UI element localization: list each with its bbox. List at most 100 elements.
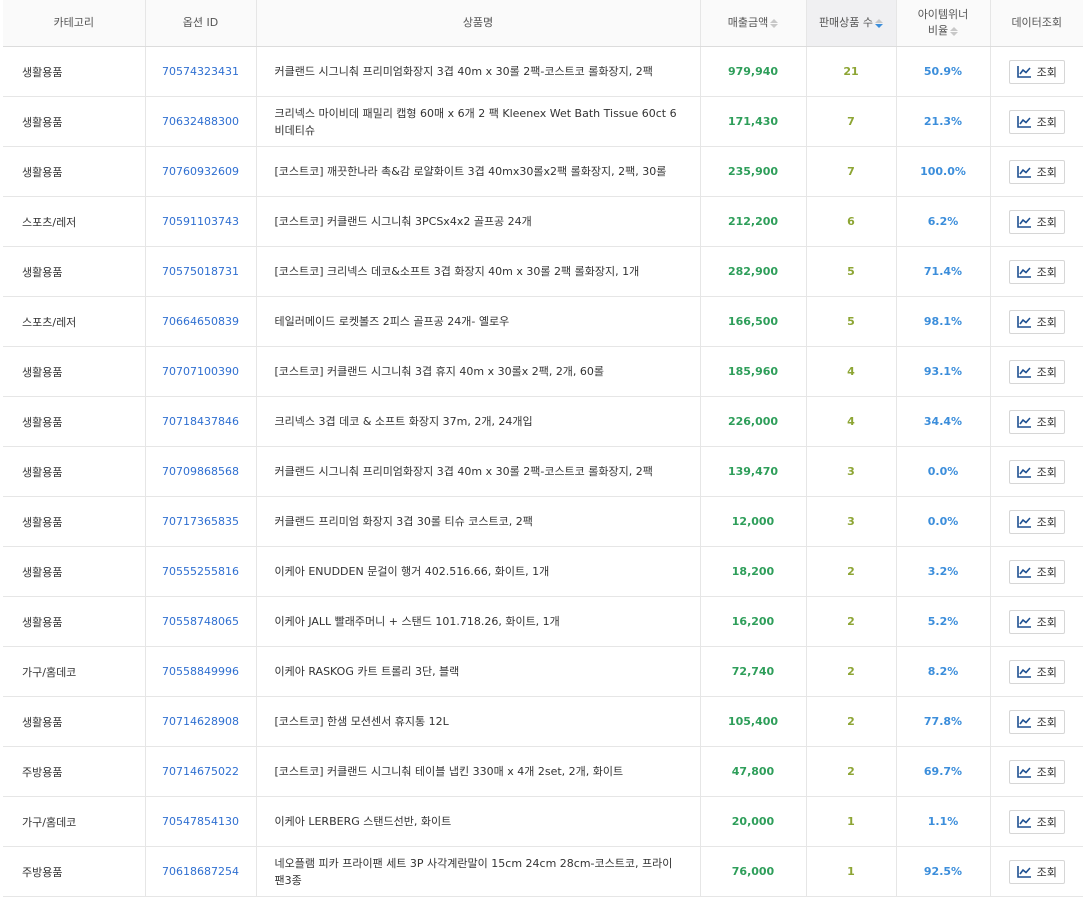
cell-option-id-link[interactable]: 70760932609 xyxy=(145,146,257,197)
cell-option-id-link[interactable]: 70707100390 xyxy=(145,346,257,397)
sort-arrows-icon[interactable] xyxy=(950,26,959,36)
header-sold-count[interactable]: 판매상품 수 xyxy=(806,0,897,47)
line-chart-icon xyxy=(1016,565,1032,578)
cell-product-name: [코스트코] 커클랜드 시그니춰 3PCSx4x2 골프공 24개 xyxy=(256,196,701,247)
cell-option-id-link[interactable]: 70555255816 xyxy=(145,546,257,597)
cell-option-id-link[interactable]: 70632488300 xyxy=(145,96,257,147)
table-row: 주방용품 70714675022 [코스트코] 커클랜드 시그니춰 테이블 냅킨… xyxy=(3,746,1083,797)
cell-sales: 139,470 xyxy=(700,446,807,497)
table-row: 가구/홈데코 70558849996 이케아 RASKOG 카트 트롤리 3단,… xyxy=(3,646,1083,697)
cell-data-view: 조회 xyxy=(990,146,1083,197)
cell-product-name: [코스트코] 크리넥스 데코&소프트 3겹 화장지 40m x 30롤 2팩 롤… xyxy=(256,246,701,297)
cell-sold-count: 1 xyxy=(806,846,897,897)
sort-arrows-icon[interactable] xyxy=(875,18,884,28)
table-row: 주방용품 70618687254 네오플램 피카 프라이팬 세트 3P 사각계란… xyxy=(3,846,1083,897)
view-data-button[interactable]: 조회 xyxy=(1008,509,1065,534)
header-sales-label: 매출금액 xyxy=(727,16,769,29)
header-sales[interactable]: 매출금액 xyxy=(700,0,807,47)
cell-option-id-link[interactable]: 70575018731 xyxy=(145,246,257,297)
view-data-button[interactable]: 조회 xyxy=(1008,259,1065,284)
header-data-view: 데이터조회 xyxy=(990,0,1083,47)
cell-category: 스포츠/레저 xyxy=(3,196,146,247)
view-data-button[interactable]: 조회 xyxy=(1008,709,1065,734)
view-data-button[interactable]: 조회 xyxy=(1008,359,1065,384)
cell-winner-ratio: 21.3% xyxy=(896,96,991,147)
cell-winner-ratio: 0.0% xyxy=(896,496,991,547)
cell-sold-count: 2 xyxy=(806,596,897,647)
cell-winner-ratio: 50.9% xyxy=(896,46,991,97)
cell-option-id-link[interactable]: 70717365835 xyxy=(145,496,257,547)
view-data-button-label: 조회 xyxy=(1036,615,1057,629)
cell-option-id-link[interactable]: 70591103743 xyxy=(145,196,257,247)
header-winner-ratio[interactable]: 아이템위너 비율 xyxy=(896,0,991,47)
table-row: 생활용품 70714628908 [코스트코] 한샘 모션센서 휴지통 12L … xyxy=(3,696,1083,747)
table-row: 생활용품 70555255816 이케아 ENUDDEN 문걸이 행거 402.… xyxy=(3,546,1083,597)
cell-option-id-link[interactable]: 70709868568 xyxy=(145,446,257,497)
cell-category: 생활용품 xyxy=(3,246,146,297)
cell-option-id-link[interactable]: 70618687254 xyxy=(145,846,257,897)
cell-product-name: 크리넥스 마이비데 패밀리 캡형 60매 x 6개 2 팩 Kleenex We… xyxy=(256,96,701,147)
view-data-button-label: 조회 xyxy=(1036,765,1057,779)
header-category: 카테고리 xyxy=(3,0,146,47)
cell-option-id-link[interactable]: 70558748065 xyxy=(145,596,257,647)
cell-data-view: 조회 xyxy=(990,696,1083,747)
cell-sold-count: 5 xyxy=(806,296,897,347)
cell-category: 생활용품 xyxy=(3,346,146,397)
cell-category: 스포츠/레저 xyxy=(3,296,146,347)
view-data-button[interactable]: 조회 xyxy=(1008,409,1065,434)
view-data-button[interactable]: 조회 xyxy=(1008,859,1065,884)
view-data-button[interactable]: 조회 xyxy=(1008,159,1065,184)
cell-data-view: 조회 xyxy=(990,846,1083,897)
line-chart-icon xyxy=(1016,465,1032,478)
view-data-button[interactable]: 조회 xyxy=(1008,659,1065,684)
cell-product-name: 이케아 RASKOG 카트 트롤리 3단, 블랙 xyxy=(256,646,701,697)
cell-option-id-link[interactable]: 70718437846 xyxy=(145,396,257,447)
view-data-button[interactable]: 조회 xyxy=(1008,459,1065,484)
view-data-button-label: 조회 xyxy=(1036,815,1057,829)
cell-category: 생활용품 xyxy=(3,146,146,197)
cell-winner-ratio: 5.2% xyxy=(896,596,991,647)
cell-option-id-link[interactable]: 70547854130 xyxy=(145,796,257,847)
table-row: 스포츠/레저 70591103743 [코스트코] 커클랜드 시그니춰 3PCS… xyxy=(3,196,1083,247)
cell-option-id-link[interactable]: 70574323431 xyxy=(145,46,257,97)
cell-data-view: 조회 xyxy=(990,496,1083,547)
cell-winner-ratio: 98.1% xyxy=(896,296,991,347)
view-data-button[interactable]: 조회 xyxy=(1008,309,1065,334)
cell-option-id-link[interactable]: 70714675022 xyxy=(145,746,257,797)
sort-arrows-icon[interactable] xyxy=(770,18,779,28)
view-data-button[interactable]: 조회 xyxy=(1008,609,1065,634)
view-data-button-label: 조회 xyxy=(1036,215,1057,229)
view-data-button[interactable]: 조회 xyxy=(1008,109,1065,134)
view-data-button[interactable]: 조회 xyxy=(1008,809,1065,834)
cell-option-id-link[interactable]: 70664650839 xyxy=(145,296,257,347)
cell-sales: 185,960 xyxy=(700,346,807,397)
view-data-button-label: 조회 xyxy=(1036,315,1057,329)
cell-category: 생활용품 xyxy=(3,496,146,547)
line-chart-icon xyxy=(1016,165,1032,178)
table-row: 생활용품 70574323431 커클랜드 시그니춰 프리미엄화장지 3겹 40… xyxy=(3,46,1083,97)
cell-category: 가구/홈데코 xyxy=(3,646,146,697)
view-data-button[interactable]: 조회 xyxy=(1008,759,1065,784)
cell-data-view: 조회 xyxy=(990,796,1083,847)
view-data-button-label: 조회 xyxy=(1036,715,1057,729)
cell-data-view: 조회 xyxy=(990,546,1083,597)
line-chart-icon xyxy=(1016,515,1032,528)
cell-category: 생활용품 xyxy=(3,546,146,597)
view-data-button[interactable]: 조회 xyxy=(1008,209,1065,234)
line-chart-icon xyxy=(1016,65,1032,78)
cell-sold-count: 4 xyxy=(806,346,897,397)
cell-option-id-link[interactable]: 70558849996 xyxy=(145,646,257,697)
cell-product-name: 커클랜드 시그니춰 프리미엄화장지 3겹 40m x 30롤 2팩-코스트코 롤… xyxy=(256,46,701,97)
cell-sold-count: 5 xyxy=(806,246,897,297)
cell-sold-count: 4 xyxy=(806,396,897,447)
cell-sales: 18,200 xyxy=(700,546,807,597)
cell-sold-count: 7 xyxy=(806,96,897,147)
header-sold-count-label: 판매상품 수 xyxy=(818,16,874,29)
cell-sold-count: 21 xyxy=(806,46,897,97)
cell-sold-count: 2 xyxy=(806,696,897,747)
cell-sold-count: 3 xyxy=(806,446,897,497)
view-data-button[interactable]: 조회 xyxy=(1008,559,1065,584)
header-winner-ratio-label-1: 아이템위너 xyxy=(917,8,969,21)
view-data-button[interactable]: 조회 xyxy=(1008,59,1065,84)
cell-option-id-link[interactable]: 70714628908 xyxy=(145,696,257,747)
